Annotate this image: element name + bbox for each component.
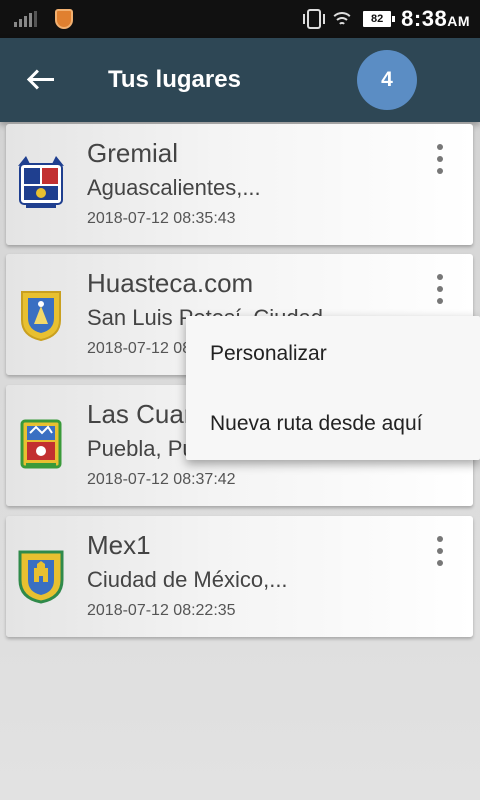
place-date: 2018-07-12 08:22:35 — [87, 602, 236, 619]
menu-item-personalizar[interactable]: Personalizar — [210, 342, 327, 366]
page-title: Tus lugares — [108, 66, 241, 93]
clock-ampm: AM — [447, 13, 470, 29]
security-shield-icon — [55, 9, 73, 29]
place-title: Mex1 — [87, 530, 151, 560]
ciudad-de-mexico-emblem-icon — [18, 550, 64, 604]
battery-icon: 82 — [363, 11, 396, 27]
context-menu: Personalizar Nueva ruta desde aquí — [186, 316, 480, 460]
signal-icon — [14, 11, 37, 27]
vibrate-icon — [303, 9, 326, 29]
place-card-mex1[interactable]: Mex1 Ciudad de México,... 2018-07-12 08:… — [6, 516, 473, 637]
status-clock: 8:38AM — [401, 6, 470, 32]
place-subtitle: Ciudad de México,... — [87, 567, 288, 592]
puebla-emblem-icon — [20, 419, 62, 469]
back-arrow-icon[interactable] — [14, 52, 70, 108]
place-subtitle: Aguascalientes,... — [87, 175, 261, 200]
overflow-menu-icon[interactable] — [430, 142, 450, 176]
clock-time: 8:38 — [401, 6, 448, 31]
overflow-menu-icon[interactable] — [430, 272, 450, 306]
aguascalientes-emblem-icon — [18, 156, 64, 208]
place-date: 2018-07-12 08:37:42 — [87, 471, 236, 488]
status-bar: 82 8:38AM — [0, 0, 480, 38]
app-bar: Tus lugares 4 — [0, 38, 480, 122]
place-title: Huasteca.com — [87, 268, 254, 298]
place-date: 2018-07-12 08:35:43 — [87, 210, 236, 227]
wifi-icon — [331, 10, 354, 28]
san-luis-potosi-emblem-icon — [21, 291, 61, 342]
place-title: Gremial — [87, 138, 179, 168]
overflow-menu-icon[interactable] — [430, 534, 450, 568]
place-card-gremial[interactable]: Gremial Aguascalientes,... 2018-07-12 08… — [6, 124, 473, 245]
places-count-badge[interactable]: 4 — [357, 50, 417, 110]
menu-item-nueva-ruta[interactable]: Nueva ruta desde aquí — [210, 412, 422, 436]
